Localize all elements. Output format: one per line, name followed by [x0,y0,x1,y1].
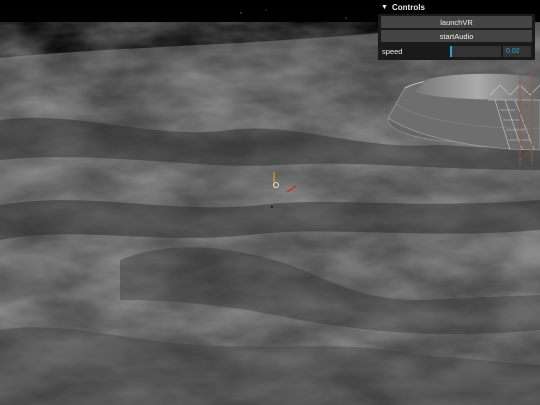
speed-value-input[interactable]: 0.02 [503,46,531,57]
speed-label: speed [382,47,403,56]
speed-slider-fill [450,46,452,57]
speed-control: speed 0.02 [381,45,532,58]
controls-header[interactable]: ▼ Controls [378,0,535,14]
launch-vr-button[interactable]: launchVR [381,16,532,28]
moon-scene-viewport[interactable] [0,0,540,405]
start-audio-button[interactable]: startAudio [381,30,532,42]
chevron-down-icon[interactable]: ▼ [381,4,389,11]
controls-title: Controls [392,2,425,12]
speed-slider[interactable] [450,46,501,57]
controls-panel: ▼ Controls launchVR startAudio speed 0.0… [378,0,535,60]
